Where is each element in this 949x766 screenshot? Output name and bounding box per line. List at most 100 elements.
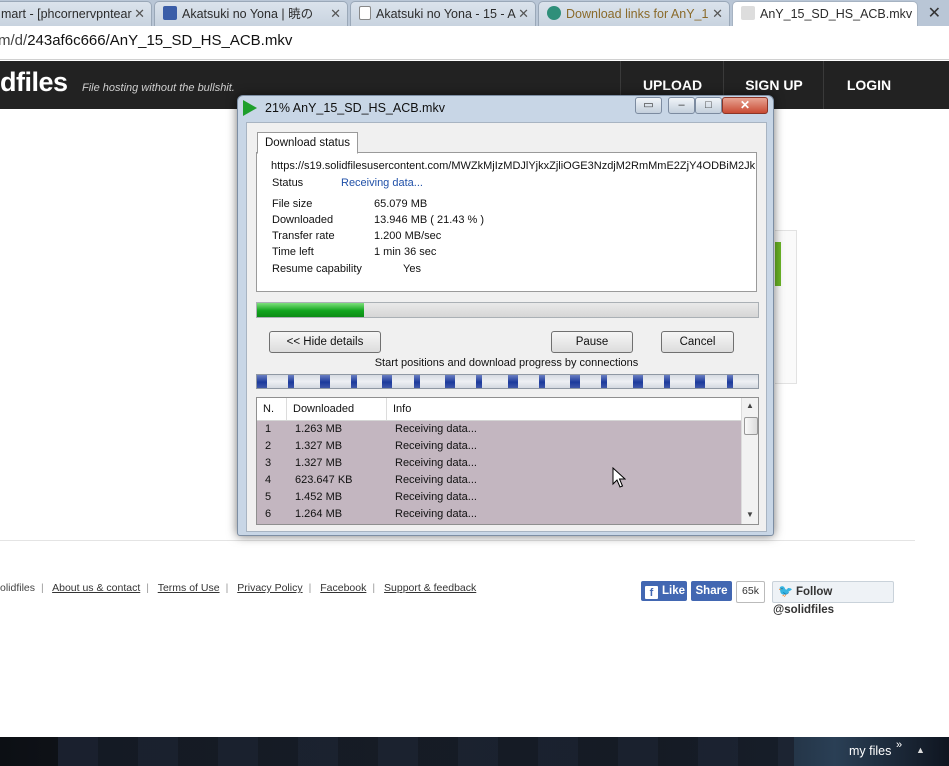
row-downloaded: 1.263 MB: [295, 423, 343, 435]
connections-caption: Start positions and download progress by…: [374, 357, 639, 369]
status-value: Receiving data...: [341, 177, 423, 189]
taskbar-myfiles-label[interactable]: my files: [849, 744, 891, 758]
tab-download-status[interactable]: Download status: [257, 132, 359, 154]
browser-tab[interactable]: Akatsuki no Yona | 暁の ✕: [154, 1, 348, 26]
scroll-down-icon[interactable]: ▼: [746, 510, 754, 519]
cancel-button[interactable]: Cancel: [661, 331, 734, 353]
connection-segment: [695, 375, 705, 388]
table-row[interactable]: 1 1.263 MB Receiving data...: [257, 421, 741, 438]
table-row[interactable]: 5 1.452 MB Receiving data...: [257, 489, 741, 506]
downloaded-label: Downloaded: [272, 214, 334, 226]
tab-title: Akatsuki no Yona | 暁の: [182, 7, 314, 21]
row-info: Receiving data...: [395, 440, 477, 452]
loading-favicon-icon: [547, 6, 561, 20]
progress-fill: [257, 303, 365, 317]
row-downloaded: 1.327 MB: [295, 440, 343, 452]
footer-brand: olidfiles: [0, 582, 36, 594]
browser-tab-strip: mart - [phcornervpntear ✕ Akatsuki no Yo…: [0, 0, 949, 26]
facebook-share-button[interactable]: Share: [691, 581, 732, 601]
column-header-downloaded[interactable]: Downloaded: [287, 398, 387, 420]
row-number: 2: [265, 440, 272, 452]
row-info: Receiving data...: [395, 474, 477, 486]
taskbar: my files » ▲: [0, 737, 949, 766]
nav-login[interactable]: LOGIN: [823, 61, 914, 109]
table-row[interactable]: 2 1.327 MB Receiving data...: [257, 438, 741, 455]
row-info: Receiving data...: [395, 457, 477, 469]
connection-segment: [445, 375, 455, 388]
dialog-title: 21% AnY_15_SD_HS_ACB.mkv: [265, 101, 445, 115]
footer-link-support[interactable]: Support & feedback: [384, 582, 476, 594]
connection-segment: [508, 375, 518, 388]
tab-close-icon[interactable]: ✕: [712, 2, 723, 26]
browser-tab-active[interactable]: AnY_15_SD_HS_ACB.mkv: [732, 1, 918, 26]
tray-expand-icon[interactable]: ▲: [916, 745, 925, 755]
status-label: Status: [272, 177, 304, 189]
table-row[interactable]: 4 623.647 KB Receiving data...: [257, 472, 741, 489]
options-icon[interactable]: ▭: [635, 97, 662, 114]
scroll-up-icon[interactable]: ▲: [746, 401, 754, 410]
connection-segment: [414, 375, 420, 388]
footer-link-facebook[interactable]: Facebook: [320, 582, 366, 594]
status-panel: https://s19.solidfilesusercontent.com/MW…: [256, 152, 757, 292]
tab-title: AnY_15_SD_HS_ACB.mkv: [760, 7, 913, 21]
vertical-scrollbar[interactable]: ▲ ▼: [741, 398, 758, 524]
column-header-info[interactable]: Info: [387, 398, 735, 420]
like-label: Like: [662, 585, 686, 597]
connection-segment: [288, 375, 294, 388]
row-number: 3: [265, 457, 272, 469]
footer-divider: [0, 540, 915, 541]
tab-close-icon[interactable]: ✕: [518, 2, 529, 26]
tab-close-icon[interactable]: ✕: [330, 2, 341, 26]
time-left-label: Time left: [272, 246, 314, 258]
file-size-value: 65.079 MB: [374, 198, 428, 210]
download-dialog: 21% AnY_15_SD_HS_ACB.mkv ▭ – □ ✕ Downloa…: [237, 95, 774, 536]
connection-segment: [570, 375, 580, 388]
taskbar-buttons[interactable]: [58, 737, 794, 766]
site-favicon-icon: [163, 6, 177, 20]
connections-progress-bar: [256, 374, 759, 389]
connection-segment: [257, 375, 267, 388]
transfer-rate-value: 1.200 MB/sec: [374, 230, 442, 242]
address-bar[interactable]: m/d/243af6c666/AnY_15_SD_HS_ACB.mkv: [0, 26, 949, 60]
row-number: 6: [265, 508, 272, 520]
facebook-like-button[interactable]: f Like: [641, 581, 687, 601]
browser-tab[interactable]: Akatsuki no Yona - 15 - A ✕: [350, 1, 536, 26]
chevron-right-icon[interactable]: »: [896, 739, 902, 751]
maximize-icon[interactable]: □: [695, 97, 722, 114]
download-url: https://s19.solidfilesusercontent.com/MW…: [271, 160, 756, 172]
tab-title: Download links for AnY_1: [566, 7, 709, 21]
pause-button[interactable]: Pause: [551, 331, 633, 353]
share-count: 65k: [736, 581, 765, 603]
url-text[interactable]: m/d/243af6c666/AnY_15_SD_HS_ACB.mkv: [0, 32, 292, 49]
twitter-follow-button[interactable]: 🐦 Follow @solidfiles: [772, 581, 894, 616]
scroll-thumb[interactable]: [744, 417, 758, 435]
connection-segment: [320, 375, 330, 388]
minimize-icon[interactable]: –: [668, 97, 695, 114]
table-row[interactable]: 6 1.264 MB Receiving data...: [257, 506, 741, 523]
connection-segment: [476, 375, 482, 388]
row-info: Receiving data...: [395, 508, 477, 520]
dialog-titlebar[interactable]: 21% AnY_15_SD_HS_ACB.mkv ▭ – □ ✕: [238, 96, 773, 121]
site-logo[interactable]: dfiles: [0, 67, 68, 98]
footer-link-about[interactable]: About us & contact: [52, 582, 140, 594]
footer-link-terms[interactable]: Terms of Use: [158, 582, 220, 594]
browser-tab[interactable]: Download links for AnY_1 ✕: [538, 1, 730, 26]
connection-segment: [664, 375, 670, 388]
column-header-n[interactable]: N.: [257, 398, 287, 420]
page-favicon-icon: [359, 6, 371, 20]
footer-link-privacy[interactable]: Privacy Policy: [237, 582, 302, 594]
mouse-pointer-icon: [612, 467, 626, 488]
close-icon[interactable]: ✕: [722, 97, 768, 114]
table-row[interactable]: 3 1.327 MB Receiving data...: [257, 455, 741, 472]
tab-close-icon[interactable]: ✕: [134, 2, 145, 26]
connection-segment: [727, 375, 733, 388]
row-downloaded: 1.264 MB: [295, 508, 343, 520]
row-downloaded: 1.327 MB: [295, 457, 343, 469]
window-close-icon[interactable]: ✕: [928, 3, 941, 23]
row-info: Receiving data...: [395, 491, 477, 503]
site-tagline: File hosting without the bullshit.: [82, 82, 235, 94]
hide-details-button[interactable]: << Hide details: [269, 331, 381, 353]
background-download-button[interactable]: [775, 242, 781, 286]
transfer-rate-label: Transfer rate: [272, 230, 335, 242]
browser-tab[interactable]: mart - [phcornervpntear ✕: [0, 1, 152, 26]
